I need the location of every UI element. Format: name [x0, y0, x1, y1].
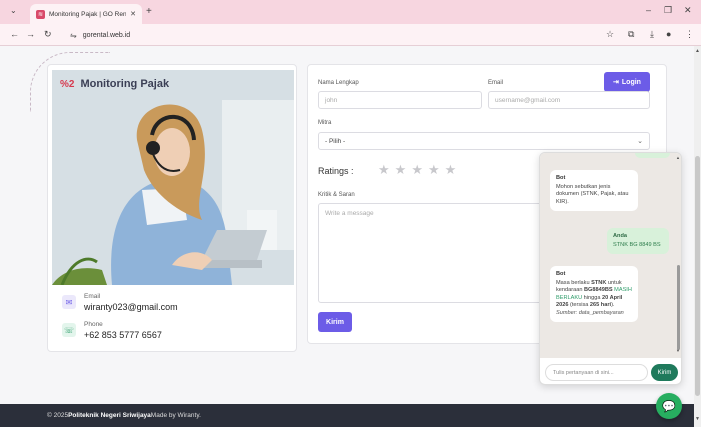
close-window-icon[interactable]: ✕	[684, 5, 692, 16]
minimize-icon[interactable]: –	[646, 5, 651, 15]
footer: © 2025 Politeknik Negeri Sriwijaya Made …	[0, 404, 694, 427]
star-icon-1[interactable]: ★	[378, 162, 390, 178]
download-icon[interactable]: ⤓	[650, 29, 654, 40]
chat-input[interactable]: Tulis pertanyaan di sini...	[545, 364, 648, 381]
forward-icon[interactable]: →	[26, 29, 35, 39]
mail-icon: ✉	[62, 295, 76, 309]
url-field[interactable]: ⇋ gorental.web.id	[70, 27, 610, 43]
chat-scroll-thumb[interactable]	[677, 265, 680, 350]
phone-label: Phone	[84, 321, 103, 328]
customer-service-illustration	[52, 70, 294, 285]
name-label: Nama Lengkap	[318, 80, 359, 86]
chat-messages[interactable]: Bot Mohon sebutkan jenis dokumen (STNK, …	[540, 153, 681, 358]
email-field-label: Email	[488, 80, 504, 86]
customer-service-photo: %2 Monitoring Pajak	[52, 70, 294, 285]
chat-scroll-up-icon[interactable]: ▲	[676, 155, 680, 160]
brand-logo-icon: %2	[60, 78, 75, 90]
site-info-icon[interactable]: ⇋	[70, 31, 77, 40]
back-icon[interactable]: ←	[10, 29, 19, 39]
browser-tab-bar: ⌄ ≋ Monitoring Pajak | GO Rental ✕ + – ❐…	[0, 0, 701, 24]
submit-button[interactable]: Kirim	[318, 312, 352, 332]
mitra-selected-value: - Pilih -	[325, 137, 346, 145]
message-sender: Bot	[556, 271, 566, 277]
photo-title: %2 Monitoring Pajak	[60, 78, 169, 90]
message-text: STNK BG 8849 BS	[613, 241, 661, 248]
page-scroll-thumb[interactable]	[695, 156, 700, 396]
new-tab-icon[interactable]: +	[146, 6, 152, 17]
scroll-down-arrow-icon[interactable]: ▼	[695, 416, 700, 422]
chat-bubble-icon: 💬	[662, 400, 676, 413]
footer-suffix: Made by Wiranty.	[150, 412, 201, 419]
footer-prefix: © 2025	[47, 412, 69, 419]
login-button[interactable]: ⇥ Login	[604, 72, 650, 92]
profile-avatar-icon[interactable]: ●	[666, 29, 671, 39]
chat-send-button[interactable]: Kirim	[651, 364, 678, 381]
restore-icon[interactable]: ❐	[664, 5, 672, 16]
url-text: gorental.web.id	[82, 31, 131, 39]
contact-phone-row: ☏ Phone +62 853 5777 6567	[62, 321, 162, 340]
site-favicon-icon: ≋	[36, 9, 45, 19]
bot-message: Bot Mohon sebutkan jenis dokumen (STNK, …	[550, 170, 638, 212]
extensions-icon[interactable]: ⧉	[628, 29, 634, 40]
bookmark-star-icon[interactable]: ☆	[606, 29, 614, 40]
bot-message: Bot Masa berlaku STNK untuk kendaraan BG…	[550, 266, 638, 323]
photo-title-text: Monitoring Pajak	[80, 78, 170, 90]
scroll-up-arrow-icon[interactable]: ▲	[695, 48, 700, 54]
star-icon-4[interactable]: ★	[428, 162, 440, 178]
star-icon-3[interactable]: ★	[411, 162, 423, 178]
close-tab-icon[interactable]: ✕	[130, 10, 136, 18]
name-input[interactable]: john	[318, 91, 482, 109]
ratings-label: Ratings :	[318, 166, 354, 176]
user-message: Anda STNK BG 8849 BS	[607, 228, 669, 255]
chat-scroll-down-icon[interactable]: ▼	[676, 348, 680, 353]
chevron-down-icon: ⌄	[637, 138, 643, 145]
previous-user-bubble	[635, 153, 670, 158]
chat-toggle-fab[interactable]: 💬	[656, 393, 682, 419]
message-source: Sumber: data_pembayaran	[556, 309, 624, 316]
email-label: Email	[84, 293, 101, 300]
browser-menu-icon[interactable]: ⋮	[685, 29, 694, 40]
message-sender: Bot	[556, 175, 566, 181]
star-icon-2[interactable]: ★	[395, 162, 407, 178]
browser-tab[interactable]: ≋ Monitoring Pajak | GO Rental ✕	[30, 4, 142, 24]
message-text: Masa berlaku STNK untuk kendaraan BG8849…	[556, 279, 632, 309]
message-sender: Anda	[613, 233, 627, 239]
login-icon: ⇥	[613, 79, 619, 86]
email-input[interactable]: username@gmail.com	[488, 91, 650, 109]
reload-icon[interactable]: ↻	[44, 29, 52, 40]
mitra-select[interactable]: - Pilih - ⌄	[318, 132, 650, 150]
phone-icon: ☏	[62, 323, 76, 337]
kritik-label: Kritik & Saran	[318, 192, 355, 198]
star-icon-5[interactable]: ★	[445, 162, 457, 178]
message-text: Mohon sebutkan jenis dokumen (STNK, Paja…	[556, 183, 629, 205]
address-bar: ← → ↻ ⇋ gorental.web.id ☆ ⧉ ⤓ ● ⋮	[0, 24, 701, 46]
email-value: wiranty023@gmail.com	[84, 302, 178, 312]
star-rating[interactable]: ★ ★ ★ ★ ★	[378, 162, 456, 178]
phone-value: +62 853 5777 6567	[84, 330, 162, 340]
chatbot-panel: Bot Mohon sebutkan jenis dokumen (STNK, …	[539, 152, 682, 385]
tab-title: Monitoring Pajak | GO Rental	[49, 10, 127, 18]
tab-list-chevron-icon[interactable]: ⌄	[10, 6, 17, 15]
footer-org: Politeknik Negeri Sriwijaya	[68, 412, 151, 419]
login-button-label: Login	[621, 78, 641, 86]
page-scrollbar[interactable]: ▲ ▼	[694, 46, 701, 427]
mitra-label: Mitra	[318, 120, 332, 126]
contact-email-row: ✉ Email wiranty023@gmail.com	[62, 293, 178, 312]
chat-scrollbar[interactable]: ▲ ▼	[676, 155, 681, 355]
